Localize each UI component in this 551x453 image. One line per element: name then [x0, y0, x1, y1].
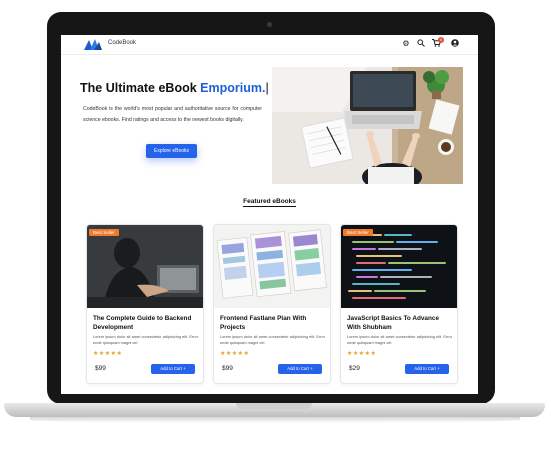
book-price: $99 [222, 365, 233, 372]
add-to-cart-button[interactable]: Add to Cart + [405, 364, 449, 374]
navbar: CodeBook ⚙ 0 [61, 35, 478, 55]
cart-count-badge: 0 [438, 37, 444, 43]
add-to-cart-label: Add to Cart [287, 366, 309, 371]
best-seller-badge: Best Seller [343, 229, 373, 236]
add-to-cart-label: Add to Cart [414, 366, 436, 371]
laptop-notch [236, 403, 312, 409]
featured-heading: Featured eBooks [61, 198, 478, 207]
book-card[interactable]: Best Seller JavaScript Basics To Advance… [340, 224, 458, 384]
search-icon[interactable] [416, 39, 426, 49]
logo-icon[interactable] [83, 38, 103, 51]
book-description: Lorem ipsum dolor sit amet consectetur a… [347, 334, 452, 345]
book-card[interactable]: Best Seller The Complete Guide to Backen… [86, 224, 204, 384]
book-price: $99 [95, 365, 106, 372]
hero-image [272, 67, 463, 184]
hero-title-accent: Emporium. [200, 81, 266, 95]
add-to-cart-button[interactable]: Add to Cart + [278, 364, 322, 374]
book-cover-image[interactable]: Best Seller [87, 225, 203, 308]
rating-stars: ★★★★★ [220, 351, 250, 357]
hero-title: The Ultimate eBook Emporium.| [80, 81, 269, 95]
browser-screen: CodeBook ⚙ 0 The Ultimate eBook Emporium… [61, 35, 478, 394]
rating-stars: ★★★★★ [93, 351, 123, 357]
plus-icon: + [437, 366, 440, 371]
hero-description: CodeBook is the world's most popular and… [83, 106, 262, 123]
plus-icon: + [183, 366, 186, 371]
typing-cursor: | [265, 81, 269, 95]
book-description: Lorem ipsum dolor sit amet consectetur a… [220, 334, 325, 345]
gear-icon[interactable]: ⚙ [401, 39, 411, 49]
laptop-shadow [30, 417, 520, 423]
book-title[interactable]: Frontend Fastlane Plan With Projects [220, 315, 326, 332]
rating-stars: ★★★★★ [347, 351, 377, 357]
webcam [267, 22, 272, 27]
hero-title-main: The Ultimate eBook [80, 81, 201, 95]
featured-title: Featured eBooks [243, 198, 296, 207]
book-description: Lorem ipsum dolor sit amet consectetur a… [93, 334, 198, 345]
explore-ebooks-button[interactable]: Explore eBooks [146, 144, 197, 158]
book-cover-image[interactable] [214, 225, 330, 308]
book-title[interactable]: The Complete Guide to Backend Developmen… [93, 315, 199, 332]
book-price: $29 [349, 365, 360, 372]
add-to-cart-button[interactable]: Add to Cart + [151, 364, 195, 374]
book-title[interactable]: JavaScript Basics To Advance With Shubha… [347, 315, 453, 332]
book-cover-image[interactable]: Best Seller [341, 225, 457, 308]
user-account-icon[interactable] [450, 39, 460, 49]
book-card[interactable]: Frontend Fastlane Plan With Projects Lor… [213, 224, 331, 384]
plus-icon: + [310, 366, 313, 371]
add-to-cart-label: Add to Cart [160, 366, 182, 371]
best-seller-badge: Best Seller [89, 229, 119, 236]
brand-name[interactable]: CodeBook [108, 40, 136, 46]
